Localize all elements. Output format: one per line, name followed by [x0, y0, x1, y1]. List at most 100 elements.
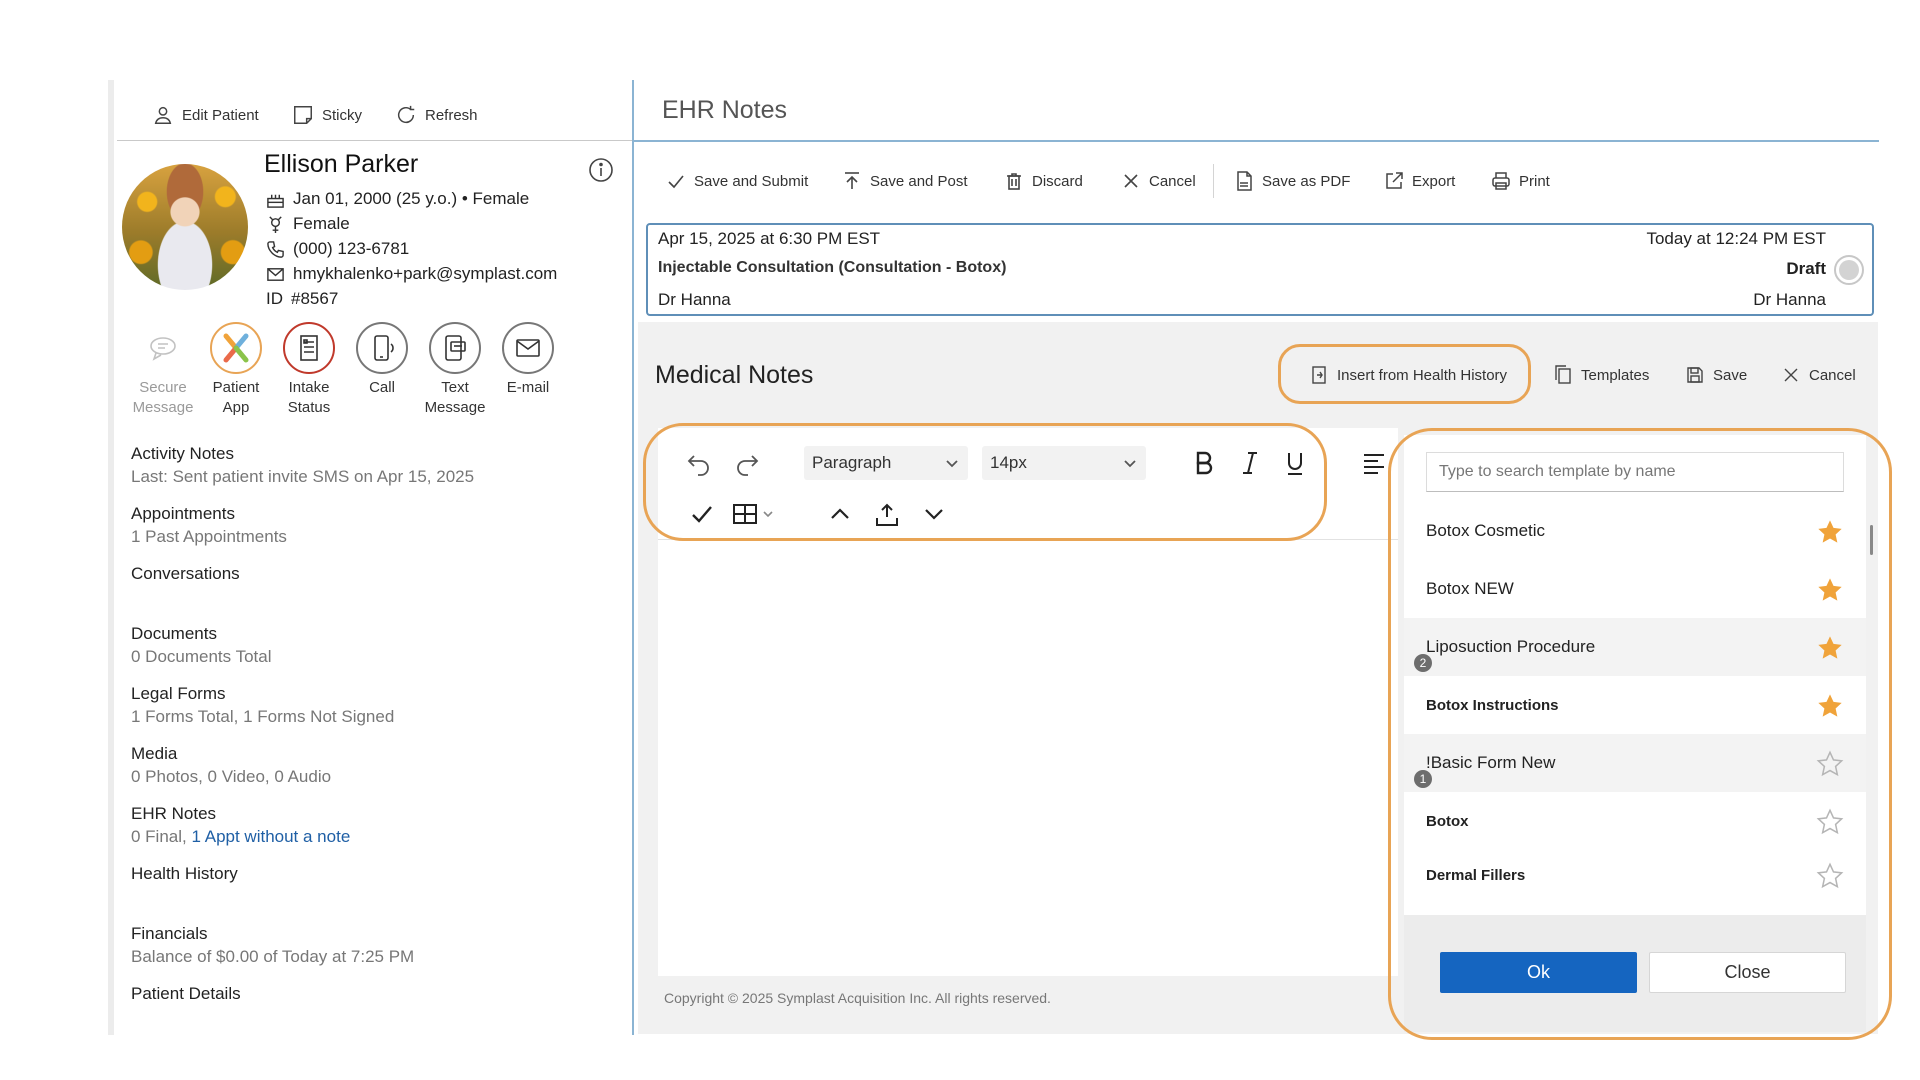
template-item-dermal-fillers[interactable]: Dermal Fillers	[1404, 846, 1866, 904]
star-outline-icon[interactable]	[1816, 862, 1844, 890]
email-button[interactable]: E-mail	[493, 322, 563, 398]
patient-details-section[interactable]: Patient Details	[131, 984, 241, 1004]
template-item-botox-cosmetic[interactable]: Botox Cosmetic	[1404, 502, 1866, 560]
block-format-value: Paragraph	[812, 453, 892, 472]
ok-button[interactable]: Ok	[1440, 952, 1637, 993]
save-pdf-button[interactable]: Save as PDF	[1234, 168, 1350, 194]
chevron-down-icon	[946, 460, 958, 468]
cancel-note-button[interactable]: Cancel	[1121, 168, 1196, 194]
star-filled-icon[interactable]	[1816, 518, 1844, 546]
save-submit-button[interactable]: Save and Submit	[666, 168, 808, 194]
legal-forms-sub: 1 Forms Total, 1 Forms Not Signed	[131, 707, 395, 726]
save-pdf-label: Save as PDF	[1262, 172, 1351, 190]
envelope-icon	[516, 339, 540, 357]
template-item-basic-form-new[interactable]: !Basic Form New 1	[1404, 734, 1866, 792]
bold-icon[interactable]	[1192, 450, 1216, 476]
intake-status-button[interactable]: Intake Status	[274, 322, 344, 418]
conversations-section[interactable]: Conversations	[131, 564, 240, 584]
template-item-botox-instructions[interactable]: Botox Instructions	[1404, 676, 1866, 734]
appointments-title: Appointments	[131, 504, 235, 523]
star-outline-icon[interactable]	[1816, 808, 1844, 836]
star-filled-icon[interactable]	[1816, 692, 1844, 720]
appt-without-note-link[interactable]: 1 Appt without a note	[191, 827, 350, 846]
count-badge: 2	[1414, 654, 1432, 672]
sticky-button[interactable]: Sticky	[292, 100, 362, 130]
patient-app-icon	[223, 333, 249, 363]
undo-icon[interactable]	[686, 450, 712, 476]
edit-patient-label: Edit Patient	[182, 106, 259, 124]
phone-text: (000) 123-6781	[293, 239, 410, 258]
refresh-button[interactable]: Refresh	[395, 100, 478, 130]
save-medical-notes-button[interactable]: Save	[1685, 360, 1747, 390]
patient-email[interactable]: hmykhalenko+park@symplast.com	[266, 264, 557, 284]
health-history-section[interactable]: Health History	[131, 864, 238, 884]
envelope-icon	[267, 267, 284, 281]
insert-icon[interactable]	[874, 502, 900, 528]
table-icon[interactable]	[732, 502, 776, 526]
star-outline-icon[interactable]	[1816, 750, 1844, 778]
font-size-select[interactable]: 14px	[982, 446, 1146, 480]
intake-form-icon	[300, 335, 318, 361]
template-item-botox[interactable]: Botox	[1404, 792, 1866, 850]
template-name: Botox Instructions	[1426, 696, 1559, 714]
spellcheck-icon[interactable]	[690, 502, 714, 526]
templates-button[interactable]: Templates	[1553, 360, 1649, 390]
template-search-input[interactable]	[1426, 452, 1844, 492]
star-filled-icon[interactable]	[1816, 634, 1844, 662]
insert-document-icon	[1312, 366, 1326, 384]
legal-forms-section[interactable]: Legal Forms 1 Forms Total, 1 Forms Not S…	[131, 684, 394, 727]
appointments-section[interactable]: Appointments 1 Past Appointments	[131, 504, 287, 547]
intake-status-label: Intake Status	[287, 379, 331, 416]
note-status: Draft	[1786, 259, 1826, 278]
align-left-icon[interactable]	[1362, 452, 1386, 474]
text-message-button[interactable]: Text Message	[420, 322, 490, 418]
activity-notes-section[interactable]: Activity Notes Last: Sent patient invite…	[131, 444, 474, 487]
patient-phone[interactable]: (000) 123-6781	[266, 239, 409, 259]
note-header-card[interactable]: Apr 15, 2025 at 6:30 PM EST Injectable C…	[646, 223, 1874, 316]
save-post-button[interactable]: Save and Post	[842, 168, 968, 194]
info-icon[interactable]	[588, 157, 614, 183]
activity-notes-sub: Last: Sent patient invite SMS on Apr 15,…	[131, 467, 475, 486]
editor-content-area[interactable]	[658, 540, 1398, 976]
redo-icon[interactable]	[734, 450, 760, 476]
block-format-select[interactable]: Paragraph	[804, 446, 968, 480]
user-icon	[154, 106, 172, 124]
financials-sub: Balance of $0.00 of Today at 7:25 PM	[131, 947, 415, 966]
cancel-medical-notes-button[interactable]: Cancel	[1781, 360, 1856, 390]
close-button[interactable]: Close	[1649, 952, 1846, 993]
documents-title: Documents	[131, 624, 217, 643]
template-item-botox-new[interactable]: Botox NEW	[1404, 560, 1866, 618]
template-list-scrollbar[interactable]	[1870, 525, 1873, 555]
documents-section[interactable]: Documents 0 Documents Total	[131, 624, 271, 667]
financials-section[interactable]: Financials Balance of $0.00 of Today at …	[131, 924, 414, 967]
print-button[interactable]: Print	[1491, 168, 1550, 194]
note-provider: Dr Hanna	[658, 290, 731, 309]
italic-icon[interactable]	[1238, 450, 1262, 476]
appointments-sub: 1 Past Appointments	[131, 527, 287, 546]
gender-icon	[269, 215, 282, 233]
patient-app-button[interactable]: Patient App	[201, 322, 271, 418]
underline-icon[interactable]	[1283, 450, 1307, 476]
edit-patient-button[interactable]: Edit Patient	[152, 100, 259, 130]
pdf-icon	[1237, 171, 1252, 191]
template-name: !Basic Form New	[1426, 753, 1556, 772]
refresh-label: Refresh	[425, 106, 478, 124]
template-item-liposuction[interactable]: Liposuction Procedure 2	[1404, 618, 1866, 676]
financials-title: Financials	[131, 924, 208, 943]
secure-message-button[interactable]: Secure Message	[128, 322, 198, 418]
patient-dob: Jan 01, 2000 (25 y.o.) • Female	[266, 189, 529, 209]
export-button[interactable]: Export	[1384, 168, 1455, 194]
call-button[interactable]: Call	[347, 322, 417, 398]
sticky-label: Sticky	[322, 106, 363, 124]
star-filled-icon[interactable]	[1816, 576, 1844, 604]
floppy-disk-icon	[1687, 367, 1703, 383]
dob-text: Jan 01, 2000 (25 y.o.) • Female	[293, 189, 530, 208]
chevron-up-icon[interactable]	[828, 502, 852, 526]
media-section[interactable]: Media 0 Photos, 0 Video, 0 Audio	[131, 744, 331, 787]
discard-button[interactable]: Discard	[1004, 168, 1083, 194]
chevron-down-icon[interactable]	[922, 502, 946, 526]
medical-notes-title: Medical Notes	[655, 361, 814, 389]
ehr-notes-section[interactable]: EHR Notes 0 Final, 1 Appt without a note	[131, 804, 350, 847]
templates-icon	[1555, 365, 1571, 384]
insert-health-history-button[interactable]: Insert from Health History	[1309, 360, 1507, 390]
